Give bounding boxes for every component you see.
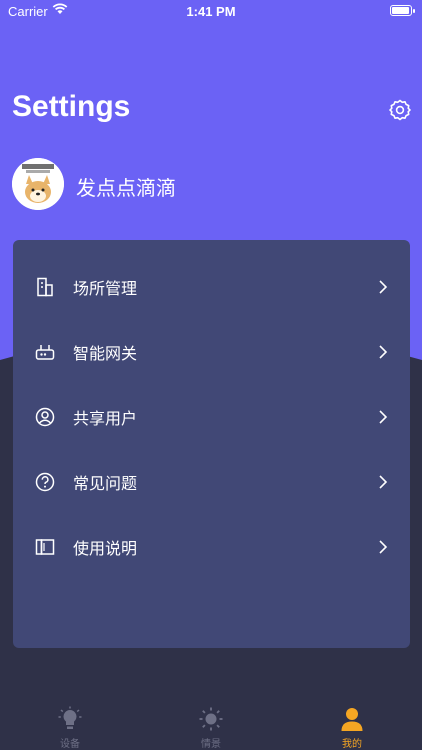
menu-item-label: 使用说明 — [73, 539, 138, 558]
sun-icon — [199, 707, 223, 731]
menu-item-venue-management[interactable]: 场所管理 — [13, 255, 410, 319]
tab-devices[interactable]: 设备 — [0, 700, 140, 750]
chevron-right-icon — [379, 540, 388, 554]
tab-label: 我的 — [342, 739, 362, 750]
profile-name[interactable]: 发点点滴滴 — [76, 172, 176, 201]
gear-icon — [389, 99, 411, 121]
menu-item-label: 常见问题 — [73, 474, 138, 493]
status-bar: Carrier 1:41 PM — [0, 0, 422, 24]
tab-label: 情景 — [201, 739, 221, 750]
settings-menu-card: 场所管理 智能网关 共享用户 常见问题 使用说明 — [13, 240, 410, 648]
person-icon — [341, 708, 363, 731]
avatar[interactable] — [12, 158, 64, 210]
page-title: Settings — [12, 90, 131, 123]
chevron-right-icon — [379, 410, 388, 424]
user-circle-icon — [35, 407, 55, 427]
battery-icon — [390, 5, 415, 16]
chevron-right-icon — [379, 475, 388, 489]
settings-button[interactable] — [386, 96, 414, 124]
tab-bar: 设备 情景 我的 — [0, 700, 422, 750]
tab-scenes[interactable]: 情景 — [141, 700, 281, 750]
gateway-icon — [35, 342, 55, 362]
building-icon — [35, 277, 55, 297]
menu-item-label: 共享用户 — [73, 409, 138, 428]
dog-avatar-icon — [12, 158, 64, 210]
menu-item-shared-users[interactable]: 共享用户 — [13, 385, 410, 449]
lightbulb-icon — [58, 706, 82, 729]
menu-item-user-guide[interactable]: 使用说明 — [13, 515, 410, 579]
menu-item-smart-gateway[interactable]: 智能网关 — [13, 320, 410, 384]
chevron-right-icon — [379, 345, 388, 359]
status-time: 1:41 PM — [186, 4, 236, 19]
menu-item-faq[interactable]: 常见问题 — [13, 450, 410, 514]
chevron-right-icon — [379, 280, 388, 294]
question-icon — [35, 472, 55, 492]
menu-item-label: 场所管理 — [73, 279, 138, 298]
tab-label: 设备 — [60, 739, 80, 750]
book-icon — [35, 537, 55, 557]
tab-mine[interactable]: 我的 — [282, 700, 422, 750]
menu-item-label: 智能网关 — [73, 344, 138, 363]
